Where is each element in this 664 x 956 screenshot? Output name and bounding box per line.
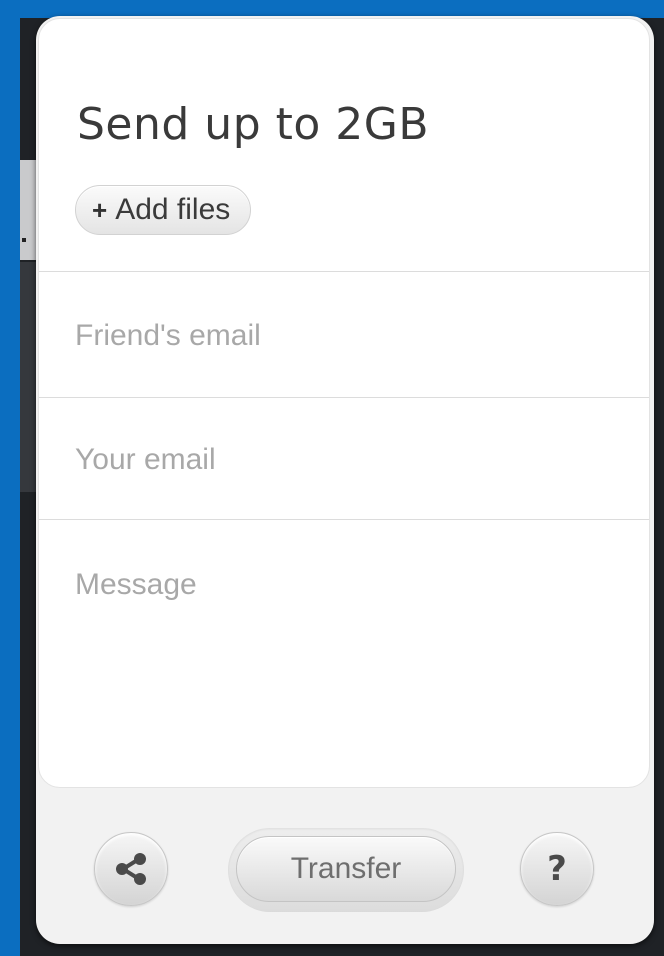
transfer-card: Send up to 2GB + Add files Transfer [36,16,654,944]
add-files-button[interactable]: + Add files [75,185,252,235]
host-page-left-edge [0,0,20,956]
transfer-button[interactable]: Transfer [236,836,456,902]
your-email-row [39,397,649,519]
host-page-dot [22,238,26,242]
friend-email-input[interactable] [75,316,615,356]
add-files-label: Add files [115,193,231,226]
question-icon: ? [547,849,567,889]
message-input[interactable] [75,568,615,748]
card-title: Send up to 2GB [77,99,430,150]
share-icon [116,853,146,885]
your-email-input[interactable] [75,440,615,480]
transfer-button-well: Transfer [228,828,464,912]
plus-icon: + [92,195,108,225]
card-footer: Transfer ? [36,790,654,944]
transfer-form: Send up to 2GB + Add files [38,18,650,788]
help-button[interactable]: ? [520,832,594,906]
share-button[interactable] [94,832,168,906]
friend-email-row [39,271,649,397]
message-row [39,519,649,787]
